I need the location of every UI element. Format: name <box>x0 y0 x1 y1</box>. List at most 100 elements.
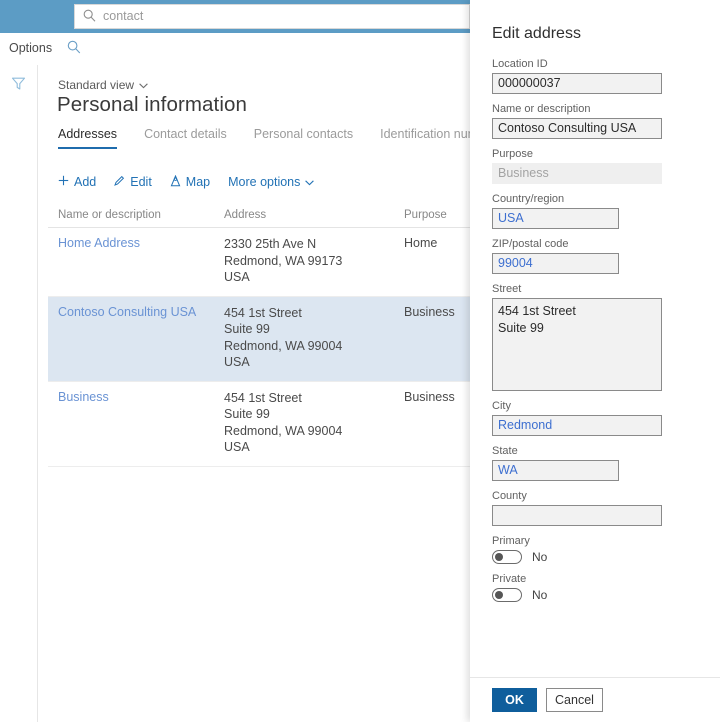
location-id-input[interactable]: 000000037 <box>492 73 662 94</box>
label-private: Private <box>492 573 527 585</box>
label-county: County <box>492 490 527 502</box>
global-search-placeholder: contact <box>103 9 144 24</box>
ok-button[interactable]: OK <box>492 688 537 712</box>
options-search-icon[interactable] <box>67 40 81 57</box>
row-address: 2330 25th Ave N Redmond, WA 99173 USA <box>224 236 404 286</box>
label-purpose: Purpose <box>492 148 533 160</box>
more-options-button[interactable]: More options <box>228 175 315 189</box>
more-options-label: More options <box>228 175 301 189</box>
label-location-id: Location ID <box>492 58 548 70</box>
purpose-input: Business <box>492 163 662 184</box>
add-button-label: Add <box>74 175 97 189</box>
address-line: USA <box>224 355 250 369</box>
label-country-region: Country/region <box>492 193 565 205</box>
view-selector-label: Standard view <box>58 78 135 92</box>
add-button[interactable]: Add <box>58 175 96 189</box>
city-input[interactable]: Redmond <box>492 415 662 436</box>
column-header-purpose[interactable]: Purpose <box>404 209 470 221</box>
row-address: 454 1st Street Suite 99 Redmond, WA 9900… <box>224 305 404 371</box>
toggle-knob-icon <box>495 553 503 561</box>
tab-identification-numbers[interactable]: Identification numbers <box>380 127 470 147</box>
search-icon <box>83 9 96 25</box>
panel-title: Edit address <box>492 25 581 42</box>
field-purpose: Purpose Business <box>492 148 720 184</box>
row-name-link[interactable]: Home Address <box>58 236 140 250</box>
field-country-region: Country/region USA <box>492 193 720 229</box>
column-header-name[interactable]: Name or description <box>48 209 224 221</box>
label-state: State <box>492 445 518 457</box>
table-row[interactable]: Home Address 2330 25th Ave N Redmond, WA… <box>48 228 470 297</box>
options-menu-button[interactable]: Options <box>9 41 52 55</box>
edit-button-label: Edit <box>130 175 152 189</box>
view-selector[interactable]: Standard view <box>58 78 148 92</box>
county-input[interactable] <box>492 505 662 526</box>
field-location-id: Location ID 000000037 <box>492 58 720 94</box>
panel-footer: OK Cancel <box>470 677 720 722</box>
address-line: 454 1st Street <box>224 390 302 405</box>
options-action-bar: Options <box>0 33 470 66</box>
plus-icon <box>58 175 69 189</box>
row-purpose: Home <box>404 236 438 250</box>
toggle-knob-icon <box>495 591 503 599</box>
edit-address-panel: Edit address Location ID 000000037 Name … <box>470 0 720 722</box>
label-zip-postal-code: ZIP/postal code <box>492 238 569 250</box>
left-navigation-rail <box>0 65 38 722</box>
table-row[interactable]: Business 454 1st Street Suite 99 Redmond… <box>48 382 470 467</box>
edit-address-form: Location ID 000000037 Name or descriptio… <box>470 58 720 611</box>
field-name-or-description: Name or description Contoso Consulting U… <box>492 103 720 139</box>
map-button-label: Map <box>185 175 211 189</box>
label-name-or-description: Name or description <box>492 103 591 115</box>
main-content-area: Standard view Personal information Addre… <box>38 65 470 722</box>
field-zip-postal-code: ZIP/postal code 99004 <box>492 238 720 274</box>
private-toggle-value: No <box>532 588 548 602</box>
row-purpose: Business <box>404 304 455 319</box>
address-line: USA <box>224 440 250 454</box>
addresses-grid: Name or description Address Purpose Home… <box>48 202 470 467</box>
street-textarea[interactable]: 454 1st Street Suite 99 <box>492 298 662 391</box>
address-line: Suite 99 <box>224 322 270 336</box>
address-line: Redmond, WA 99004 <box>224 423 343 438</box>
row-name-link[interactable]: Business <box>58 390 109 404</box>
address-line: 454 1st Street <box>224 305 302 320</box>
global-search-input[interactable]: contact <box>74 4 470 29</box>
zip-postal-code-input[interactable]: 99004 <box>492 253 619 274</box>
field-county: County <box>492 490 720 526</box>
primary-toggle[interactable] <box>492 550 522 564</box>
label-city: City <box>492 400 511 412</box>
pencil-icon <box>114 175 125 189</box>
grid-header-row: Name or description Address Purpose <box>48 202 470 228</box>
state-input[interactable]: WA <box>492 460 619 481</box>
name-or-description-input[interactable]: Contoso Consulting USA <box>492 118 662 139</box>
chevron-down-icon <box>139 78 148 92</box>
address-line: Redmond, WA 99004 <box>224 338 343 353</box>
address-line: 2330 25th Ave N <box>224 237 317 251</box>
top-navigation-bar: contact <box>0 0 470 33</box>
field-primary: Primary No <box>492 535 720 564</box>
grid-toolbar: Add Edit Map More options <box>38 168 470 196</box>
edit-button[interactable]: Edit <box>114 175 152 189</box>
private-toggle[interactable] <box>492 588 522 602</box>
cancel-button[interactable]: Cancel <box>546 688 603 712</box>
label-primary: Primary <box>492 535 530 547</box>
label-street: Street <box>492 283 522 295</box>
field-street: Street 454 1st Street Suite 99 <box>492 283 720 391</box>
row-name-link[interactable]: Contoso Consulting USA <box>58 305 196 319</box>
tab-personal-contacts[interactable]: Personal contacts <box>254 127 353 147</box>
tab-contact-details[interactable]: Contact details <box>144 127 227 147</box>
row-address: 454 1st Street Suite 99 Redmond, WA 9900… <box>224 390 404 456</box>
map-pin-icon <box>170 174 181 190</box>
address-line: USA <box>224 270 250 284</box>
row-purpose: Business <box>404 389 455 404</box>
tab-addresses[interactable]: Addresses <box>58 127 118 149</box>
filter-funnel-icon[interactable] <box>11 76 26 94</box>
primary-toggle-value: No <box>532 550 548 564</box>
table-row[interactable]: Contoso Consulting USA 454 1st Street Su… <box>48 296 470 382</box>
field-state: State WA <box>492 445 720 481</box>
chevron-down-icon <box>305 175 315 189</box>
column-header-address[interactable]: Address <box>224 209 404 221</box>
country-region-input[interactable]: USA <box>492 208 619 229</box>
address-line: Redmond, WA 99173 <box>224 253 343 268</box>
map-button[interactable]: Map <box>170 174 211 190</box>
field-city: City Redmond <box>492 400 720 436</box>
page-title: Personal information <box>57 93 248 116</box>
